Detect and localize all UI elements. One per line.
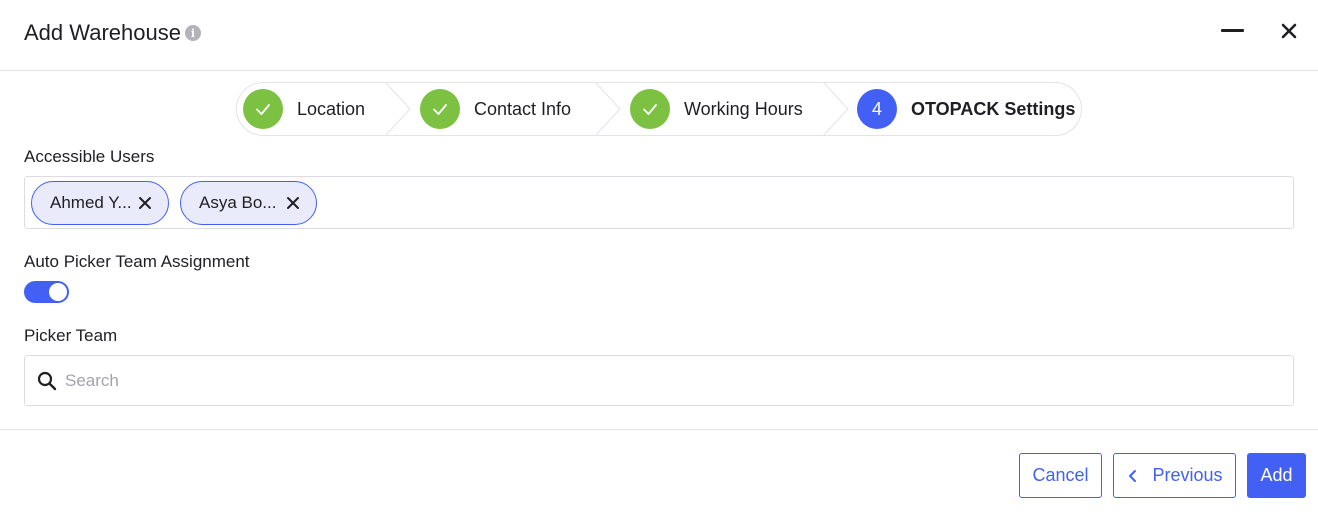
user-chip-label: Asya Bo...	[199, 193, 277, 212]
accessible-users-field[interactable]: Ahmed Y... Asya Bo...	[24, 176, 1294, 229]
step-label: Contact Info	[474, 98, 572, 119]
close-icon	[1281, 23, 1297, 39]
step-separator-icon	[595, 83, 621, 135]
auto-picker-label: Auto Picker Team Assignment	[24, 252, 250, 271]
step-label: Working Hours	[684, 98, 803, 119]
check-icon	[433, 104, 447, 115]
dialog-title-text: Add Warehouse	[24, 20, 181, 45]
dialog-header: Add Warehouse i	[0, 0, 1318, 71]
user-chip-label: Ahmed Y...	[50, 193, 132, 212]
cancel-button-label: Cancel	[1032, 465, 1089, 485]
step-separator-icon	[823, 83, 849, 135]
previous-button[interactable]: Previous	[1113, 453, 1236, 498]
dialog-title: Add Warehouse i	[24, 20, 201, 46]
step-working-hours[interactable]: Working Hours	[630, 83, 803, 135]
user-chip: Asya Bo...	[180, 181, 317, 225]
check-icon	[643, 104, 657, 115]
step-otopack-settings[interactable]: 4 OTOPACK Settings	[857, 83, 1075, 135]
remove-chip-icon[interactable]	[136, 194, 154, 212]
close-button[interactable]	[1276, 18, 1302, 44]
add-button[interactable]: Add	[1247, 453, 1306, 498]
step-check-circle	[630, 89, 670, 129]
minimize-button[interactable]	[1220, 18, 1246, 44]
chevron-left-icon	[1129, 469, 1137, 482]
toggle-knob	[49, 283, 67, 301]
auto-picker-toggle[interactable]	[24, 281, 69, 303]
picker-team-search-box	[24, 355, 1294, 406]
previous-button-label: Previous	[1152, 465, 1223, 485]
stepper: Location Contact Info Working Hours 4 OT…	[236, 82, 1082, 136]
footer-divider	[0, 429, 1318, 430]
step-location[interactable]: Location	[243, 83, 365, 135]
step-number-circle: 4	[857, 89, 897, 129]
add-button-label: Add	[1260, 465, 1293, 485]
user-chip: Ahmed Y...	[31, 181, 169, 225]
step-label: OTOPACK Settings	[911, 98, 1076, 119]
info-icon[interactable]: i	[184, 25, 201, 41]
search-icon	[37, 371, 57, 391]
step-contact-info[interactable]: Contact Info	[420, 83, 571, 135]
cancel-button[interactable]: Cancel	[1019, 453, 1102, 498]
step-check-circle	[420, 89, 460, 129]
picker-team-search-input[interactable]	[65, 364, 1265, 398]
accessible-users-label: Accessible Users	[24, 147, 155, 166]
step-separator-icon	[385, 83, 411, 135]
step-label: Location	[297, 98, 366, 119]
step-check-circle	[243, 89, 283, 129]
remove-chip-icon[interactable]	[284, 194, 302, 212]
picker-team-label: Picker Team	[24, 326, 118, 345]
check-icon	[256, 104, 270, 115]
